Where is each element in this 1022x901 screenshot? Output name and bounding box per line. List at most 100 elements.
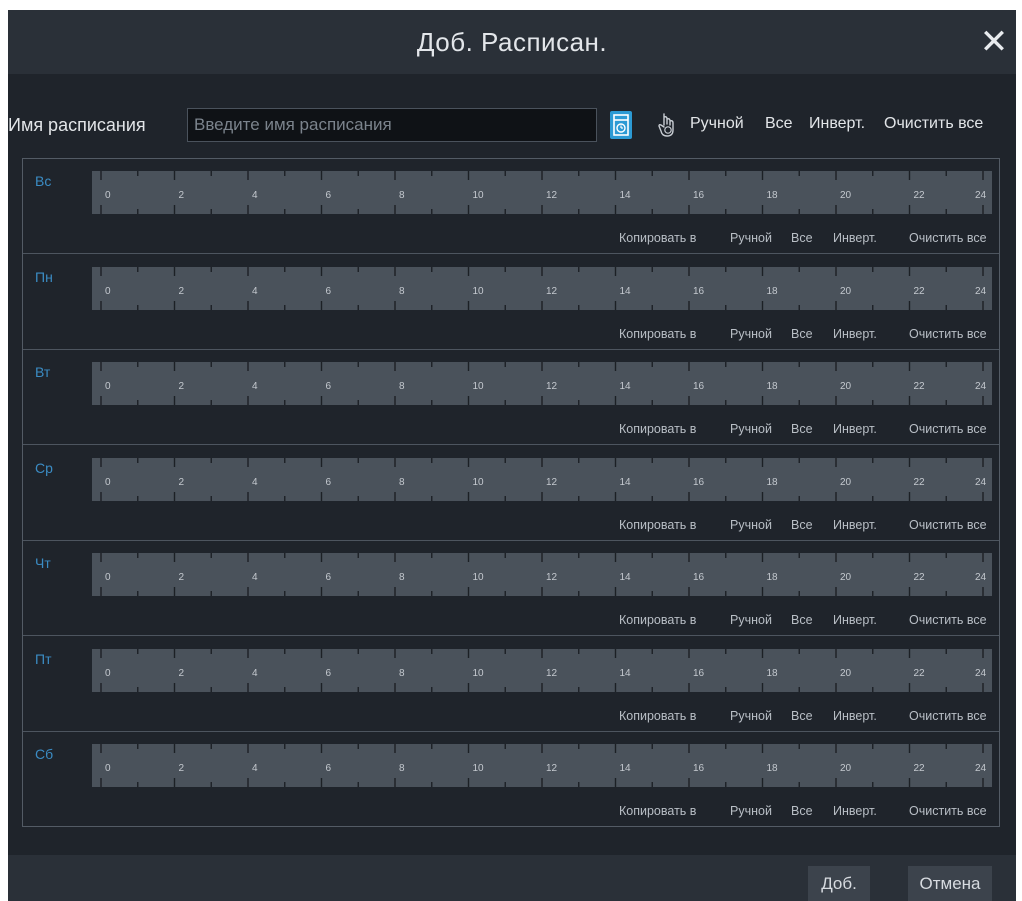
- hour-label: 10: [473, 190, 485, 201]
- hour-label: 24: [975, 381, 987, 392]
- hour-label: 4: [252, 572, 258, 583]
- day-timeline-bar[interactable]: 0 2 4 6 8 10 12 14 16 18 20 22 24: [92, 266, 992, 310]
- copy-to-button[interactable]: Копировать в: [619, 327, 696, 341]
- add-button[interactable]: Доб.: [808, 866, 870, 901]
- day-label: Сб: [35, 746, 54, 762]
- hour-label: 22: [914, 190, 926, 201]
- day-manual-button[interactable]: Ручной: [730, 231, 772, 245]
- day-manual-button[interactable]: Ручной: [730, 422, 772, 436]
- day-row: Пт 0 2 4 6 8 10 12 14 16 18 20 22 24 Копировать в Ручно…: [23, 637, 999, 732]
- day-invert-button[interactable]: Инверт.: [833, 613, 877, 627]
- day-clear-all-button[interactable]: Очистить все: [909, 231, 987, 245]
- hour-label: 0: [105, 763, 111, 774]
- day-clear-all-button[interactable]: Очистить все: [909, 613, 987, 627]
- timeline-ruler: 0 2 4 6 8 10 12 14 16 18 20 22 24: [100, 266, 987, 310]
- clear-all-button[interactable]: Очистить все: [884, 115, 983, 133]
- hour-label: 18: [767, 381, 779, 392]
- invert-button[interactable]: Инверт.: [809, 115, 865, 133]
- day-clear-all-button[interactable]: Очистить все: [909, 709, 987, 723]
- day-manual-button[interactable]: Ручной: [730, 613, 772, 627]
- day-invert-button[interactable]: Инверт.: [833, 518, 877, 532]
- hour-label: 16: [693, 572, 705, 583]
- copy-to-button[interactable]: Копировать в: [619, 613, 696, 627]
- hour-label: 20: [840, 763, 852, 774]
- hour-label: 22: [914, 668, 926, 679]
- add-schedule-dialog: Доб. Расписан. ✕ Имя расписания Ручной В…: [8, 10, 1016, 901]
- day-manual-button[interactable]: Ручной: [730, 804, 772, 818]
- day-select-all-button[interactable]: Все: [791, 231, 813, 245]
- day-clear-all-button[interactable]: Очистить все: [909, 518, 987, 532]
- dialog-title: Доб. Расписан.: [416, 27, 608, 57]
- day-timeline-bar[interactable]: 0 2 4 6 8 10 12 14 16 18 20 22 24: [92, 171, 992, 214]
- day-invert-button[interactable]: Инверт.: [833, 327, 877, 341]
- hour-label: 4: [252, 668, 258, 679]
- hour-label: 20: [840, 381, 852, 392]
- schedule-name-label: Имя расписания: [8, 115, 146, 135]
- day-invert-button[interactable]: Инверт.: [833, 422, 877, 436]
- day-label: Ср: [35, 459, 53, 476]
- timeline-ruler: 0 2 4 6 8 10 12 14 16 18 20 22 24: [100, 744, 987, 787]
- day-select-all-button[interactable]: Все: [791, 327, 813, 341]
- day-manual-button[interactable]: Ручной: [730, 518, 772, 532]
- day-select-all-button[interactable]: Все: [791, 518, 813, 532]
- day-clear-all-button[interactable]: Очистить все: [909, 327, 987, 341]
- hour-label: 0: [105, 286, 111, 297]
- hand-pointer-icon[interactable]: [656, 111, 678, 139]
- day-label: Вт: [35, 364, 51, 380]
- manual-button[interactable]: Ручной: [690, 115, 744, 133]
- hour-label: 6: [326, 763, 332, 774]
- copy-to-button[interactable]: Копировать в: [619, 804, 696, 818]
- day-clear-all-button[interactable]: Очистить все: [909, 804, 987, 818]
- hour-label: 6: [326, 286, 332, 297]
- hour-label: 16: [693, 763, 705, 774]
- hour-label: 18: [767, 190, 779, 201]
- hour-label: 8: [399, 190, 405, 201]
- copy-to-button[interactable]: Копировать в: [619, 231, 696, 245]
- timeline-ruler: 0 2 4 6 8 10 12 14 16 18 20 22 24: [100, 648, 987, 692]
- day-timeline-bar[interactable]: 0 2 4 6 8 10 12 14 16 18 20 22 24: [92, 744, 992, 787]
- hour-label: 8: [399, 668, 405, 679]
- hour-label: 16: [693, 381, 705, 392]
- hour-label: 2: [179, 190, 185, 201]
- hour-label: 18: [767, 572, 779, 583]
- day-select-all-button[interactable]: Все: [791, 613, 813, 627]
- hour-label: 6: [326, 190, 332, 201]
- day-actions: Копировать в Ручной Все Инверт. Очистить все: [23, 518, 999, 538]
- cancel-button[interactable]: Отмена: [908, 866, 992, 901]
- hour-label: 2: [179, 572, 185, 583]
- select-all-button[interactable]: Все: [765, 115, 793, 133]
- hour-label: 16: [693, 286, 705, 297]
- day-invert-button[interactable]: Инверт.: [833, 709, 877, 723]
- hour-label: 4: [252, 477, 258, 488]
- day-select-all-button[interactable]: Все: [791, 422, 813, 436]
- hour-label: 22: [914, 286, 926, 297]
- hour-label: 4: [252, 286, 258, 297]
- day-manual-button[interactable]: Ручной: [730, 709, 772, 723]
- day-timeline-bar[interactable]: 0 2 4 6 8 10 12 14 16 18 20 22 24: [92, 457, 992, 501]
- day-select-all-button[interactable]: Все: [791, 709, 813, 723]
- day-manual-button[interactable]: Ручной: [730, 327, 772, 341]
- timeline-ruler: 0 2 4 6 8 10 12 14 16 18 20 22 24: [100, 457, 987, 501]
- hour-label: 14: [620, 190, 632, 201]
- day-select-all-button[interactable]: Все: [791, 804, 813, 818]
- close-icon[interactable]: ✕: [976, 22, 1012, 62]
- day-timeline-bar[interactable]: 0 2 4 6 8 10 12 14 16 18 20 22 24: [92, 553, 992, 596]
- day-invert-button[interactable]: Инверт.: [833, 804, 877, 818]
- hour-label: 4: [252, 381, 258, 392]
- day-invert-button[interactable]: Инверт.: [833, 231, 877, 245]
- day-timeline-bar[interactable]: 0 2 4 6 8 10 12 14 16 18 20 22 24: [92, 362, 992, 405]
- day-clear-all-button[interactable]: Очистить все: [909, 422, 987, 436]
- schedule-name-input[interactable]: [187, 108, 597, 142]
- hour-label: 20: [840, 286, 852, 297]
- day-label: Пт: [35, 650, 52, 667]
- day-timeline-bar[interactable]: 0 2 4 6 8 10 12 14 16 18 20 22 24: [92, 648, 992, 692]
- day-actions: Копировать в Ручной Все Инверт. Очистить все: [23, 804, 999, 824]
- hour-label: 18: [767, 668, 779, 679]
- schedule-calendar-icon[interactable]: [610, 111, 632, 139]
- copy-to-button[interactable]: Копировать в: [619, 422, 696, 436]
- copy-to-button[interactable]: Копировать в: [619, 709, 696, 723]
- hour-label: 0: [105, 477, 111, 488]
- hour-label: 12: [546, 190, 558, 201]
- schedule-toolbar: Имя расписания Ручной Все Инверт. Очисти…: [8, 105, 1016, 149]
- copy-to-button[interactable]: Копировать в: [619, 518, 696, 532]
